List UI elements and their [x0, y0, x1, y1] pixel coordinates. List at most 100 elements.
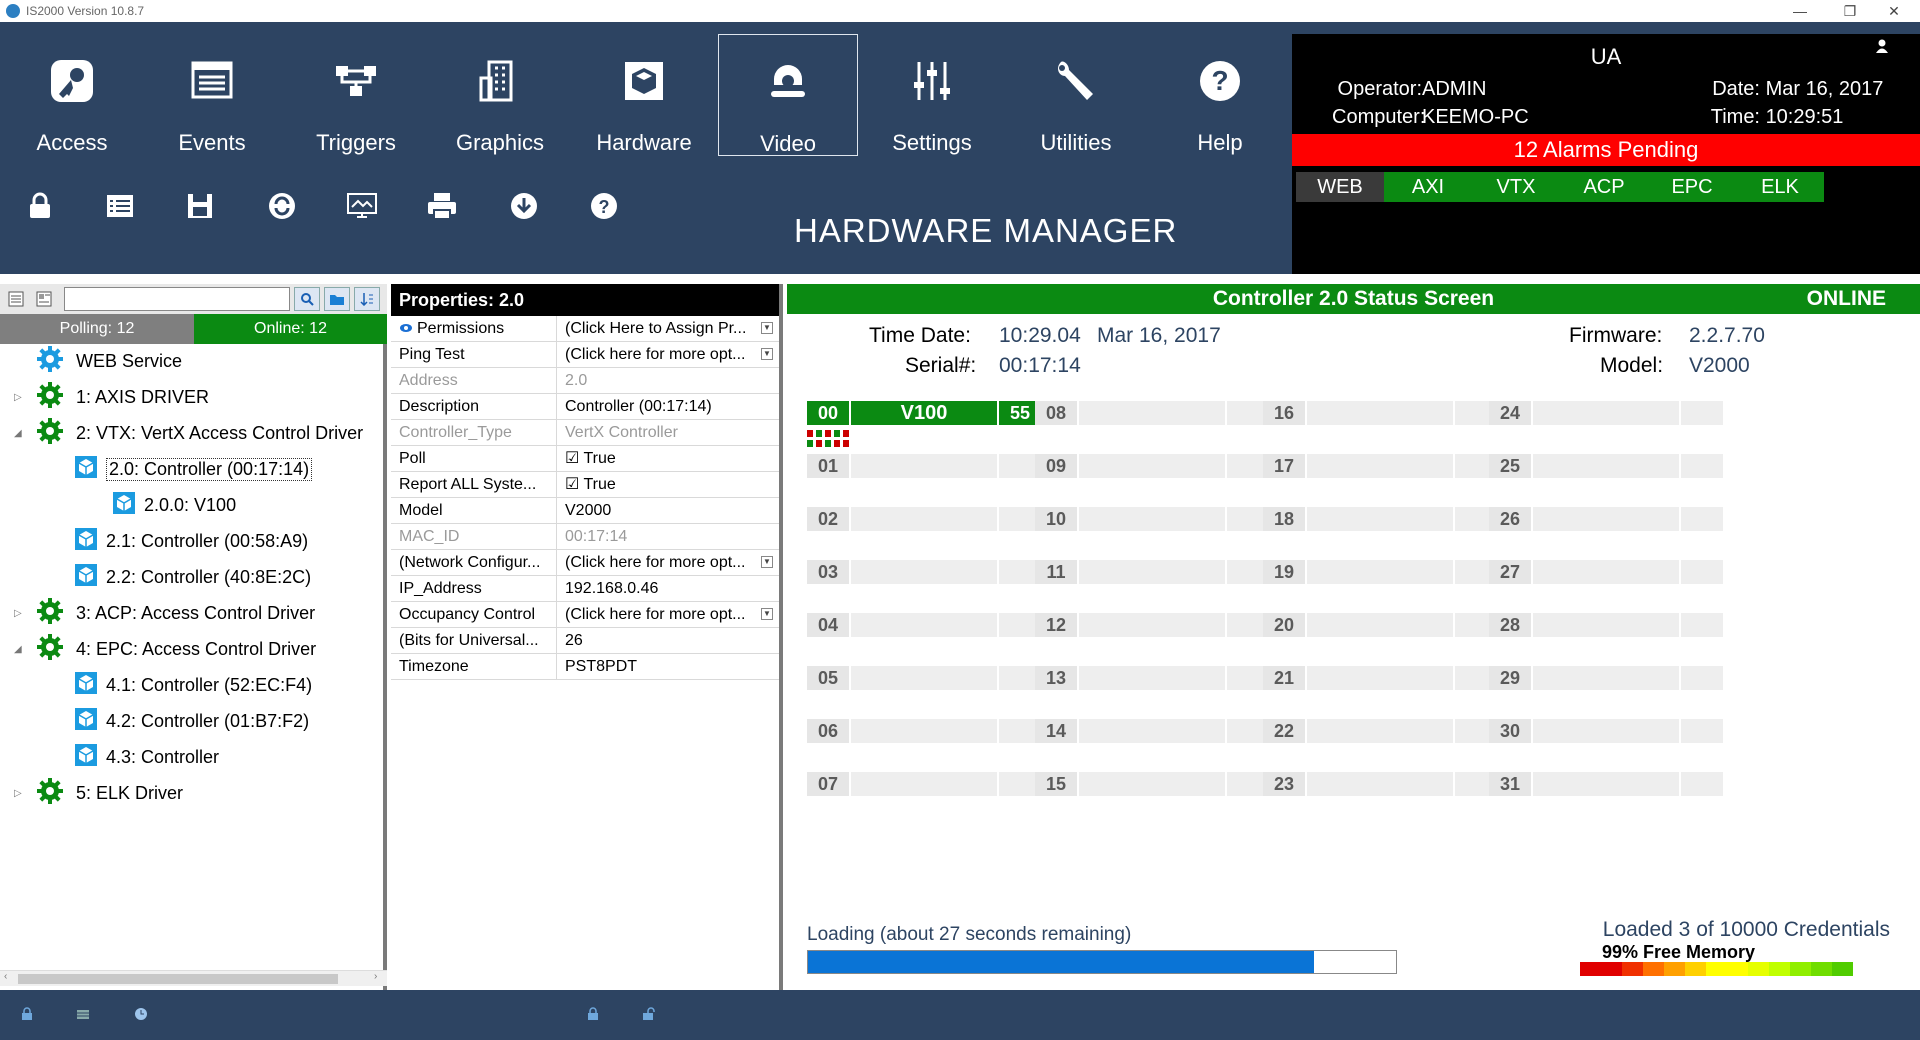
device-slot-28[interactable]: 28 [1489, 613, 1531, 637]
device-slot-16[interactable]: 16 [1263, 401, 1305, 425]
property-row[interactable]: Controller_Type VertX Controller [391, 420, 779, 446]
nav-settings-button[interactable]: Settings [862, 34, 1002, 156]
lock-open-icon[interactable] [640, 1005, 658, 1023]
property-row[interactable]: Model V2000 [391, 498, 779, 524]
tree-node-c22[interactable]: 2.2: Controller (40:8E:2C) [74, 562, 311, 592]
device-slot-02[interactable]: 02 [807, 507, 849, 531]
tree-node-axis[interactable]: 1: AXIS DRIVER [36, 381, 209, 412]
search-button[interactable] [294, 287, 320, 311]
property-value[interactable]: (Click here for more opt... ▼ [557, 602, 779, 627]
restore-button[interactable]: ❐ [1830, 0, 1870, 22]
device-slot-07[interactable]: 07 [807, 772, 849, 796]
device-slot-19[interactable]: 19 [1263, 560, 1305, 584]
nav-graphics-button[interactable]: Graphics [430, 34, 570, 156]
property-value[interactable]: (Click here for more opt... ▼ [557, 550, 779, 575]
driver-chip-elk[interactable]: ELK [1736, 172, 1824, 202]
property-row[interactable]: (Network Configur... (Click here for more… [391, 550, 779, 576]
device-slot-06[interactable]: 06 [807, 719, 849, 743]
device-slot-04[interactable]: 04 [807, 613, 849, 637]
property-value[interactable]: (Click here for more opt... ▼ [557, 342, 779, 367]
nav-utilities-button[interactable]: Utilities [1006, 34, 1146, 156]
folder-button[interactable] [324, 287, 350, 311]
device-slot-11[interactable]: 11 [1035, 560, 1077, 584]
tree-search-input[interactable] [64, 287, 290, 311]
user-icon[interactable] [1874, 38, 1890, 54]
property-row[interactable]: Permissions (Click Here to Assign Pr... ▼ [391, 316, 779, 342]
device-slot-18[interactable]: 18 [1263, 507, 1305, 531]
toolbar-download-button[interactable] [506, 190, 542, 226]
device-slot-24[interactable]: 24 [1489, 401, 1531, 425]
device-slot-13[interactable]: 13 [1035, 666, 1077, 690]
driver-chip-web[interactable]: WEB [1296, 172, 1384, 202]
device-slot-03[interactable]: 03 [807, 560, 849, 584]
property-row[interactable]: (Bits for Universal... 26 [391, 628, 779, 654]
device-slot-27[interactable]: 27 [1489, 560, 1531, 584]
toolbar-refresh-button[interactable] [264, 190, 300, 226]
toolbar-help-button[interactable]: ? [586, 190, 622, 226]
tree-expander[interactable]: ◢ [14, 428, 22, 439]
property-value[interactable]: Controller (00:17:14) [557, 394, 779, 419]
dropdown-arrow-icon[interactable]: ▼ [761, 348, 773, 360]
nav-video-button[interactable]: Video [718, 34, 858, 156]
tree-node-c42[interactable]: 4.2: Controller (01:B7:F2) [74, 706, 309, 736]
property-row[interactable]: Description Controller (00:17:14) [391, 394, 779, 420]
property-value[interactable]: V2000 [557, 498, 779, 523]
sort-button[interactable] [354, 287, 380, 311]
device-slot-08[interactable]: 08 [1035, 401, 1077, 425]
device-slot-23[interactable]: 23 [1263, 772, 1305, 796]
device-slot-25[interactable]: 25 [1489, 454, 1531, 478]
tree-node-vtx[interactable]: 2: VTX: VertX Access Control Driver [36, 417, 363, 448]
property-value[interactable]: PST8PDT [557, 654, 779, 679]
nav-hardware-button[interactable]: Hardware [574, 34, 714, 156]
device-slot-20[interactable]: 20 [1263, 613, 1305, 637]
tree-node-acp[interactable]: 3: ACP: Access Control Driver [36, 597, 315, 628]
device-slot-22[interactable]: 22 [1263, 719, 1305, 743]
lock-closed-icon[interactable] [584, 1005, 602, 1023]
device-slot-31[interactable]: 31 [1489, 772, 1531, 796]
property-row[interactable]: Ping Test (Click here for more opt... ▼ [391, 342, 779, 368]
scroll-thumb[interactable] [18, 974, 338, 984]
alarms-pending-banner[interactable]: 12 Alarms Pending [1292, 134, 1920, 166]
property-value[interactable]: ☑ True [557, 446, 779, 471]
tree-horizontal-scrollbar[interactable]: ‹ › [0, 970, 387, 986]
toolbar-save-button[interactable] [182, 190, 218, 226]
property-value[interactable]: 26 [557, 628, 779, 653]
property-value[interactable]: ☑ True [557, 472, 779, 497]
nav-events-button[interactable]: Events [142, 34, 282, 156]
property-value[interactable]: 192.168.0.46 [557, 576, 779, 601]
property-value[interactable]: 2.0 [557, 368, 779, 393]
device-slot-30[interactable]: 30 [1489, 719, 1531, 743]
grid-view-icon[interactable] [8, 291, 24, 307]
device-slot-21[interactable]: 21 [1263, 666, 1305, 690]
device-slot-15[interactable]: 15 [1035, 772, 1077, 796]
device-slot-17[interactable]: 17 [1263, 454, 1305, 478]
detail-view-icon[interactable] [36, 291, 52, 307]
property-row[interactable]: IP_Address 192.168.0.46 [391, 576, 779, 602]
tree-node-c20[interactable]: 2.0: Controller (00:17:14) [74, 454, 313, 484]
property-row[interactable]: Report ALL Syste... ☑ True [391, 472, 779, 498]
toolbar-list-button[interactable] [102, 190, 138, 226]
device-slot-10[interactable]: 10 [1035, 507, 1077, 531]
toolbar-monitor-button[interactable] [344, 190, 380, 226]
device-slot-01[interactable]: 01 [807, 454, 849, 478]
device-slot-09[interactable]: 09 [1035, 454, 1077, 478]
toolbar-print-button[interactable] [424, 190, 460, 226]
toolbar-lock-button[interactable] [22, 190, 58, 226]
driver-chip-vtx[interactable]: VTX [1472, 172, 1560, 202]
dropdown-arrow-icon[interactable]: ▼ [761, 608, 773, 620]
property-row[interactable]: MAC_ID 00:17:14 [391, 524, 779, 550]
driver-chip-epc[interactable]: EPC [1648, 172, 1736, 202]
property-row[interactable]: Address 2.0 [391, 368, 779, 394]
clock-status-icon[interactable] [132, 1005, 150, 1023]
driver-chip-axi[interactable]: AXI [1384, 172, 1472, 202]
device-00-name[interactable]: V100 [851, 401, 997, 425]
device-slot-29[interactable]: 29 [1489, 666, 1531, 690]
tree-node-web[interactable]: WEB Service [36, 345, 182, 376]
property-row[interactable]: Poll ☑ True [391, 446, 779, 472]
device-00-number[interactable]: 00 [807, 401, 849, 425]
nav-help-button[interactable]: ? Help [1150, 34, 1290, 156]
property-row[interactable]: Timezone PST8PDT [391, 654, 779, 680]
close-button[interactable]: ✕ [1874, 0, 1914, 22]
lock-status-icon[interactable] [18, 1005, 36, 1023]
property-value[interactable]: (Click Here to Assign Pr... ▼ [557, 316, 779, 341]
